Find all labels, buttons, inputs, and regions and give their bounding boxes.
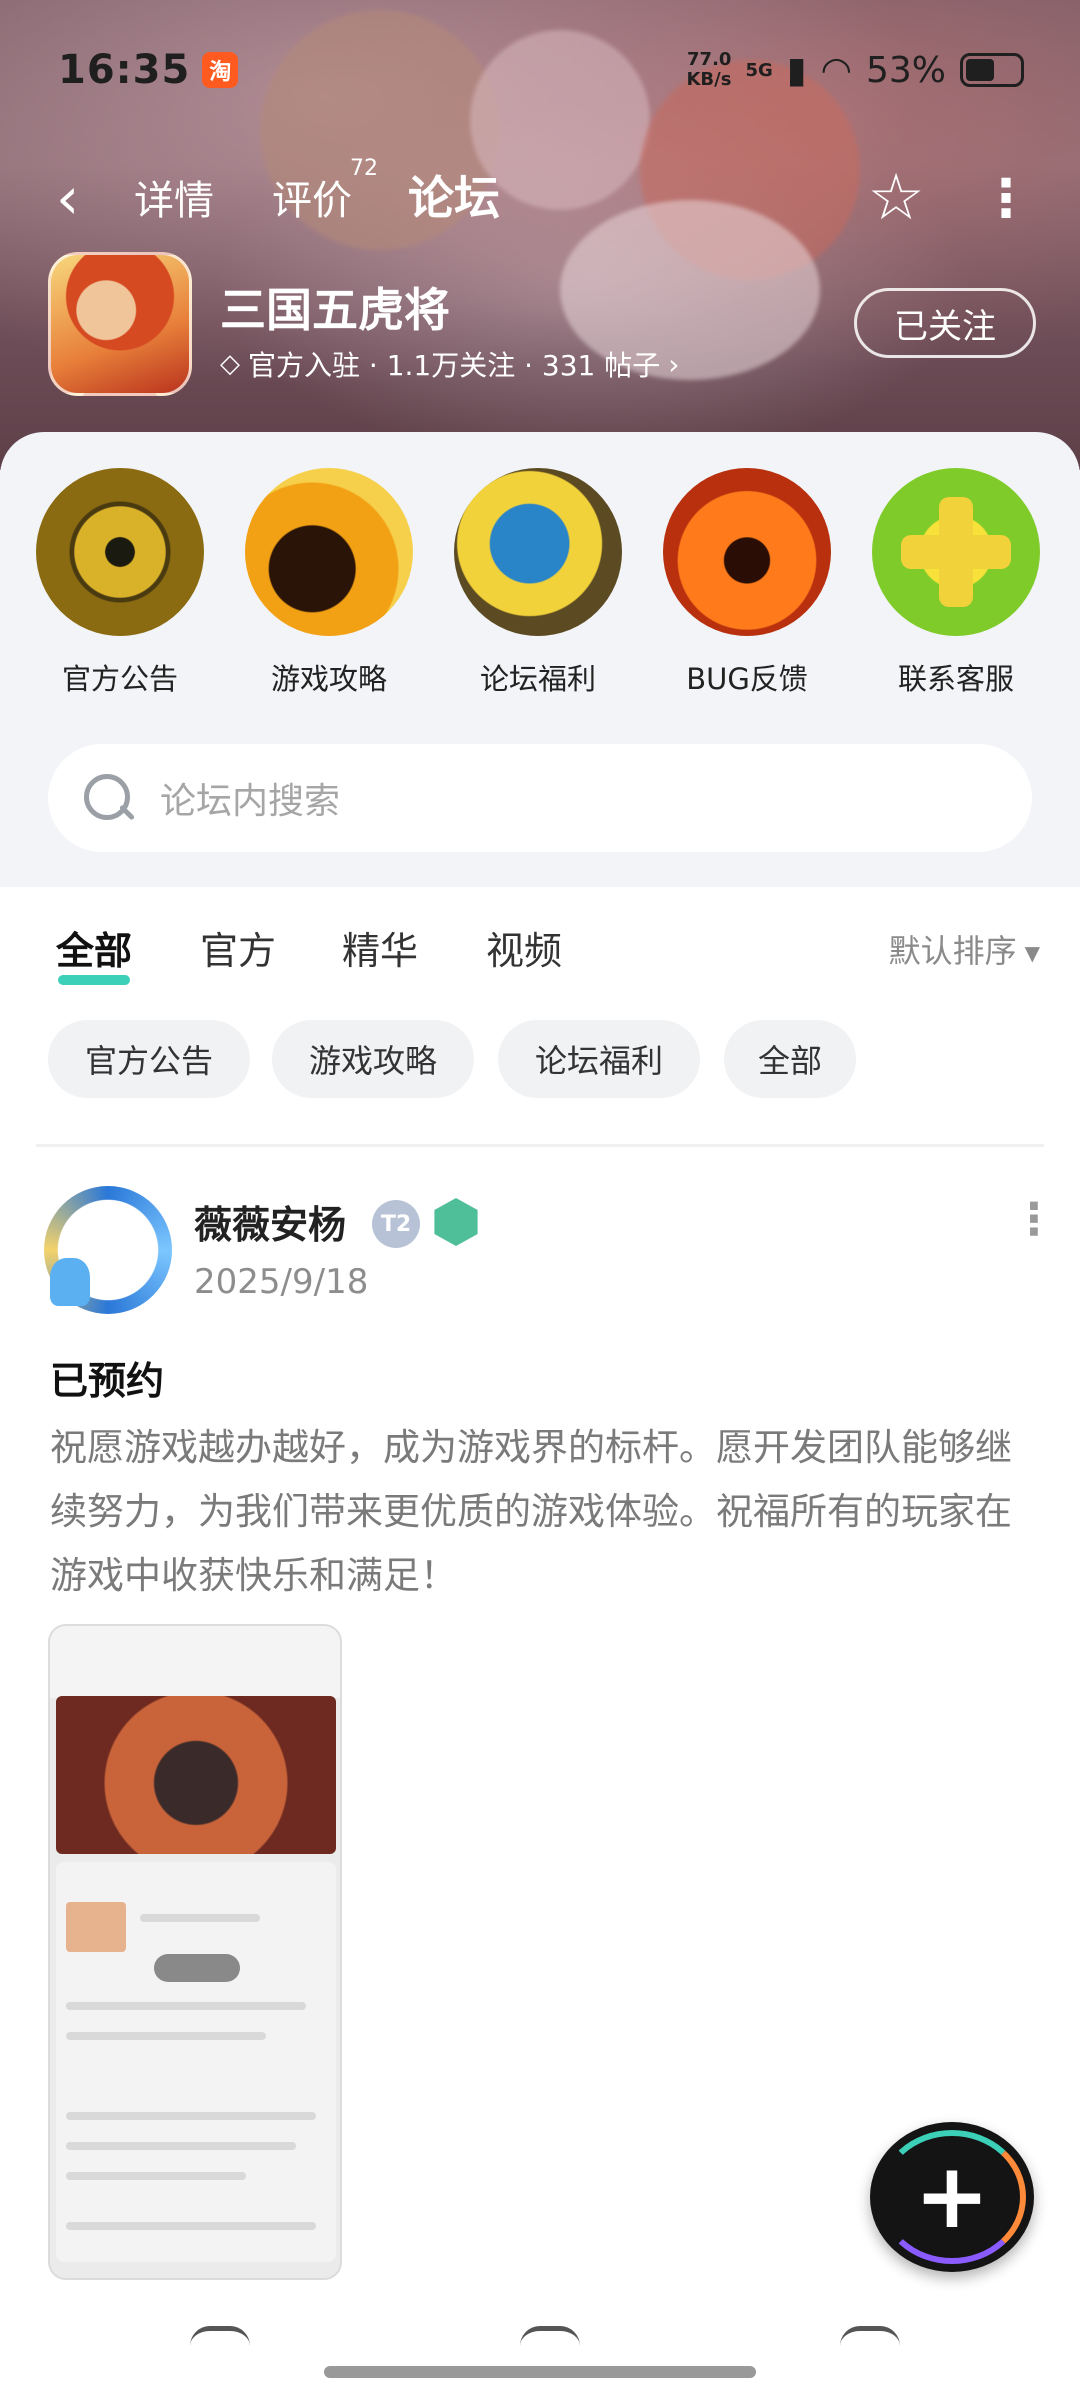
hexagon-badge-icon xyxy=(434,1198,478,1246)
forum-search-input[interactable]: 论坛内搜索 xyxy=(48,744,1032,852)
thumbnail-line xyxy=(140,1914,260,1922)
status-bar: 16:35 淘 77.0 KB/s 5G ▮ ◠ 53% xyxy=(0,0,1080,140)
forum-panel: 官方公告 游戏攻略 论坛福利 BUG反馈 联系客服 论坛内搜索 xyxy=(0,432,1080,887)
follow-button[interactable]: 已关注 xyxy=(854,288,1036,358)
thumbnail-hero-image xyxy=(56,1696,336,1854)
cellular-signal-icon: ▮ xyxy=(786,49,807,91)
category-support[interactable]: 联系客服 xyxy=(856,468,1056,698)
more-button[interactable]: ⋮ xyxy=(980,166,1032,238)
gauntlet-icon xyxy=(454,468,622,636)
category-welfare[interactable]: 论坛福利 xyxy=(438,468,638,698)
more-vertical-icon: ⋮ xyxy=(1012,1194,1056,1245)
category-label: 游戏攻略 xyxy=(270,662,387,696)
post-filter-tabs: 全部 官方 精华 视频 默认排序 ▼ xyxy=(0,920,1080,985)
chip-guides[interactable]: 游戏攻略 xyxy=(272,1020,474,1098)
chevron-right-icon: › xyxy=(668,347,680,381)
level-badge-number: 2 xyxy=(395,1211,412,1237)
share-icon[interactable] xyxy=(190,2326,250,2346)
thumbnail-line xyxy=(66,2172,246,2180)
thumbnail-line xyxy=(66,2222,316,2230)
health-cross-icon xyxy=(872,468,1040,636)
back-button[interactable]: ‹ xyxy=(56,169,100,227)
category-bug-report[interactable]: BUG反馈 xyxy=(647,468,847,698)
network-speed-value: 77.0 xyxy=(687,49,732,70)
category-label: BUG反馈 xyxy=(686,662,808,696)
search-icon xyxy=(82,772,134,824)
caret-down-icon: ▼ xyxy=(1024,941,1040,965)
thumbnail-toast xyxy=(154,1954,240,1982)
favorite-button[interactable]: ☆ xyxy=(860,162,932,234)
battery-icon xyxy=(960,53,1024,87)
thumbnail-icon xyxy=(66,1902,126,1952)
category-label: 官方公告 xyxy=(61,662,178,696)
game-meta-text: 官方入驻 · 1.1万关注 · 331 帖子 xyxy=(248,349,661,382)
post-more-button[interactable]: ⋮ xyxy=(1012,1198,1056,1270)
thumbnail-line xyxy=(66,2032,266,2040)
chip-announcements[interactable]: 官方公告 xyxy=(48,1020,250,1098)
comment-icon[interactable] xyxy=(520,2326,580,2346)
game-icon[interactable] xyxy=(48,252,192,396)
chip-all[interactable]: 全部 xyxy=(724,1020,856,1098)
status-time: 16:35 xyxy=(58,47,191,93)
star-icon: ☆ xyxy=(867,161,925,235)
tab-details[interactable]: 详情 xyxy=(134,168,214,226)
game-title: 三国五虎将 xyxy=(220,283,450,337)
filter-tab-featured[interactable]: 精华 xyxy=(342,920,418,975)
tab-reviews[interactable]: 评价 xyxy=(272,168,352,226)
post-title: 已预约 xyxy=(50,1359,165,1403)
plus-icon: + xyxy=(914,2144,990,2249)
taobao-notification-icon: 淘 xyxy=(202,52,239,88)
category-label: 论坛福利 xyxy=(479,662,596,696)
category-announcements[interactable]: 官方公告 xyxy=(20,468,220,698)
category-row: 官方公告 游戏攻略 论坛福利 BUG反馈 联系客服 xyxy=(0,468,1080,728)
battery-percent: 53% xyxy=(865,49,946,91)
network-speed-unit: KB/s xyxy=(686,69,732,90)
eye-icon xyxy=(36,468,204,636)
signal-5g-label: 5G xyxy=(745,59,773,81)
filter-tab-all[interactable]: 全部 xyxy=(56,920,132,985)
sort-dropdown[interactable]: 默认排序 ▼ xyxy=(889,926,1040,972)
pumpkin-icon xyxy=(663,468,831,636)
network-speed: 77.0 KB/s xyxy=(686,50,731,90)
post-author[interactable]: 薇薇安杨 xyxy=(194,1194,346,1249)
home-indicator[interactable] xyxy=(324,2366,756,2378)
thumbnail-line xyxy=(66,2112,316,2120)
post-date: 2025/9/18 xyxy=(194,1262,369,1302)
chevron-left-icon: ‹ xyxy=(56,164,80,232)
game-header: 三国五虎将 ◇ 官方入驻 · 1.1万关注 · 331 帖子 › 已关注 xyxy=(48,252,1048,402)
wifi-icon: ◠ xyxy=(820,49,852,91)
level-badge-icon: T2 xyxy=(372,1200,420,1248)
status-indicators: 77.0 KB/s 5G ▮ ◠ 53% xyxy=(686,50,1024,91)
thumbnail-line xyxy=(66,2142,296,2150)
category-label: 联系客服 xyxy=(897,662,1014,696)
thumbnail-content xyxy=(56,1862,336,2262)
like-icon[interactable] xyxy=(840,2326,900,2346)
search-placeholder: 论坛内搜索 xyxy=(160,781,341,822)
new-post-button[interactable]: + xyxy=(870,2122,1034,2272)
fist-icon xyxy=(245,468,413,636)
sort-label: 默认排序 xyxy=(888,932,1017,970)
thumbnail-topbar xyxy=(50,1626,340,1698)
filter-tab-official[interactable]: 官方 xyxy=(200,920,276,975)
chip-welfare[interactable]: 论坛福利 xyxy=(498,1020,700,1098)
filter-tab-video[interactable]: 视频 xyxy=(486,920,562,975)
post-body: 祝愿游戏越办越好，成为游戏界的标杆。愿开发团队能够继续努力，为我们带来更优质的游… xyxy=(50,1426,1012,1597)
tab-forum[interactable]: 论坛 xyxy=(406,162,504,228)
top-nav: ‹ 详情 评价 72 论坛 ☆ ⋮ xyxy=(0,156,1080,240)
post-image-thumbnail[interactable] xyxy=(48,1624,342,2280)
game-meta-link[interactable]: ◇ 官方入驻 · 1.1万关注 · 331 帖子 › xyxy=(220,344,679,384)
avatar[interactable] xyxy=(44,1186,172,1314)
diamond-icon: ◇ xyxy=(220,349,240,379)
thumbnail-line xyxy=(66,2002,306,2010)
review-count-badge: 72 xyxy=(350,156,378,181)
divider xyxy=(36,1144,1044,1147)
more-vertical-icon: ⋮ xyxy=(980,169,1032,229)
category-guides[interactable]: 游戏攻略 xyxy=(229,468,429,698)
forum-post[interactable]: 薇薇安杨 T2 2025/9/18 ⋮ 已预约 祝愿游戏越办越好，成为游戏界的标… xyxy=(0,1180,1080,2280)
